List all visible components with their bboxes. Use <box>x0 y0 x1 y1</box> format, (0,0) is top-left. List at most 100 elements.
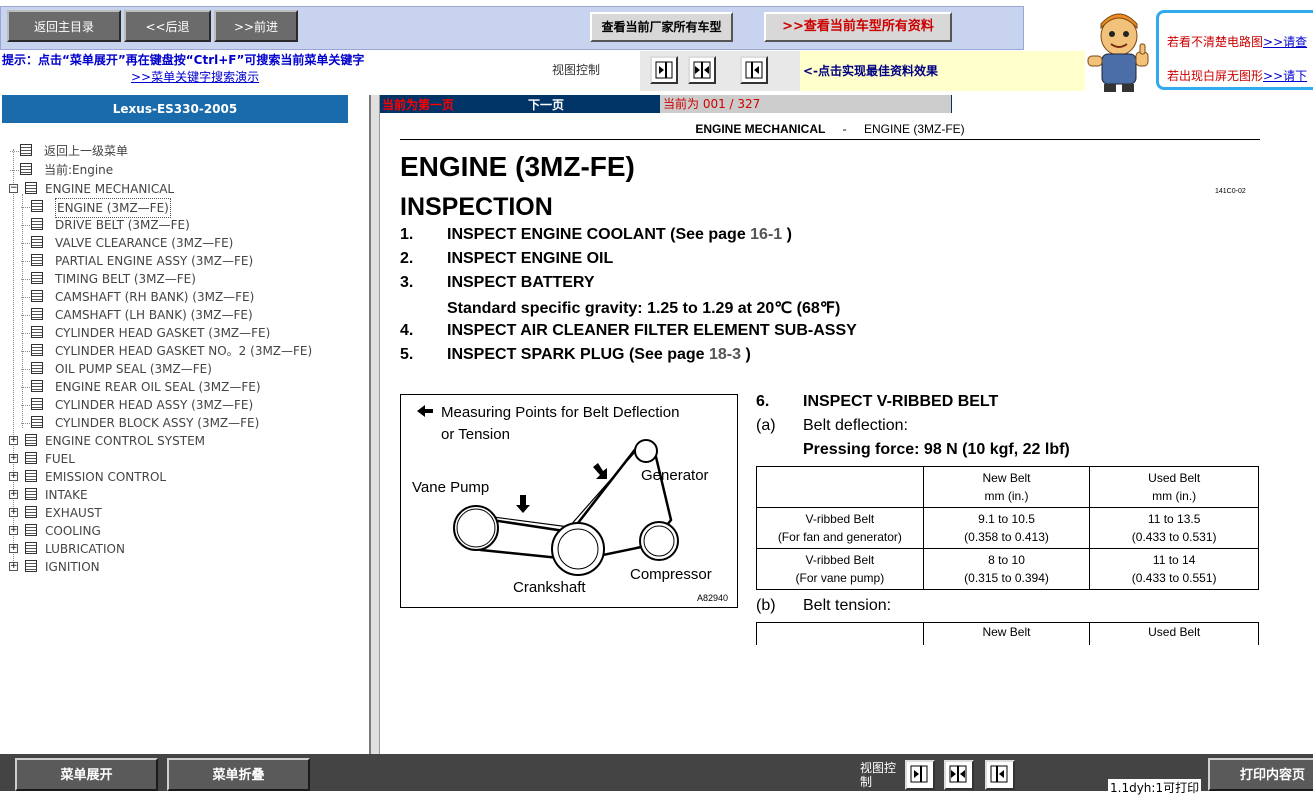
expand-toggle-icon[interactable]: + <box>9 508 18 517</box>
help-line-2: 若出现白屏无图形>>请下 <box>1167 67 1307 84</box>
tree-item-label: ENGINE REAR OIL SEAL (3MZ—FE) <box>55 380 261 394</box>
tree-connector <box>21 405 30 406</box>
page-icon <box>31 362 43 374</box>
bottom-view-right-button[interactable] <box>985 760 1015 790</box>
fig-label-vane-pump: Vane Pump <box>412 479 490 496</box>
all-docs-button[interactable]: >>查看当前车型所有资料 <box>764 12 952 42</box>
panel-left-icon <box>655 61 673 79</box>
expand-toggle-icon[interactable]: + <box>9 436 18 445</box>
home-button[interactable]: 返回主目录 <box>7 10 121 42</box>
page-icon <box>31 416 43 428</box>
view-split-button[interactable] <box>688 56 716 84</box>
step-text-wrap: INSPECT BATTERY <box>447 274 595 292</box>
view-left-panel-button[interactable] <box>650 56 678 84</box>
table-cell: 11 to 13.5 (0.433 to 0.531) <box>1089 507 1259 549</box>
step-text-wrap: Standard specific gravity: 1.25 to 1.29 … <box>447 298 840 318</box>
step-text-wrap: INSPECT ENGINE OIL <box>447 250 613 268</box>
step-text: INSPECT ENGINE OIL <box>447 250 614 267</box>
measure-arrow-1-icon <box>516 495 530 513</box>
help-box: 若看不清楚电路图>>请查 若出现白屏无图形>>请下 <box>1156 10 1313 90</box>
doc-header-separator: - <box>842 122 847 136</box>
table-cell: 8 to 10 (0.315 to 0.394) <box>922 548 1091 590</box>
page-icon <box>31 218 43 230</box>
tree-item-label: OIL PUMP SEAL (3MZ—FE) <box>55 362 212 376</box>
bottom-view-left-button[interactable] <box>905 760 935 790</box>
tree-connector <box>21 333 30 334</box>
step-text-end: ) <box>741 346 751 363</box>
expand-toggle-icon[interactable]: + <box>9 490 18 499</box>
tree-item-label: CAMSHAFT (RH BANK) (3MZ—FE) <box>55 290 255 304</box>
tree-item-label: CYLINDER BLOCK ASSY (3MZ—FE) <box>55 416 260 430</box>
step6b-text: Belt tension: <box>803 597 892 614</box>
help-line-1-link[interactable]: >>请查 <box>1263 35 1307 49</box>
folder-icon <box>25 434 37 446</box>
tree-item-label: DRIVE BELT (3MZ—FE) <box>55 218 190 232</box>
step6b-number: (b) <box>756 597 776 614</box>
folder-icon <box>25 524 37 536</box>
table-header-cell: Used Belt mm (in.) <box>1089 466 1259 508</box>
tree-connector <box>21 225 30 226</box>
table-header-cell <box>756 466 924 508</box>
expand-toggle-icon[interactable]: + <box>9 454 18 463</box>
tree-connector <box>21 315 30 316</box>
tree-item-label: 返回上一级菜单 <box>44 144 129 158</box>
page-icon <box>31 200 43 212</box>
expand-toggle-icon[interactable]: + <box>9 472 18 481</box>
tree-group-label: INTAKE <box>45 488 88 502</box>
tree-item-label: PARTIAL ENGINE ASSY (3MZ—FE) <box>55 254 254 268</box>
expand-toggle-icon[interactable]: + <box>9 526 18 535</box>
panel-splitter[interactable] <box>371 95 380 754</box>
doc-title: ENGINE (3MZ-FE) <box>400 151 635 182</box>
back-button[interactable]: <<后退 <box>124 10 211 42</box>
forward-button[interactable]: >>前进 <box>214 10 298 42</box>
tree-connector <box>21 423 30 424</box>
document-page: ENGINE MECHANICAL - ENGINE (3MZ-FE) ENGI… <box>380 113 1313 754</box>
tension-head-used: Used Belt <box>1089 622 1259 645</box>
step6a-text: Belt deflection: <box>803 417 908 434</box>
collapse-toggle-icon[interactable]: − <box>9 184 18 193</box>
menu-collapse-button[interactable]: 菜单折叠 <box>167 758 310 791</box>
help-line-2-link[interactable]: >>请下 <box>1263 69 1307 83</box>
tension-head-blank <box>756 622 924 645</box>
expand-toggle-icon[interactable]: + <box>9 544 18 553</box>
sidebar-tree: Lexus-ES330-2005 返回上一级菜单 当前:Engine − ENGINE… <box>0 95 371 754</box>
page-icon <box>31 290 43 302</box>
tree-connector <box>21 387 30 388</box>
tree-item-label: VALVE CLEARANCE (3MZ—FE) <box>55 236 234 250</box>
tree-connector <box>21 297 30 298</box>
search-demo-link[interactable]: >>菜单关键字搜索演示 <box>131 68 259 85</box>
next-page-link[interactable]: 下一页 <box>528 96 564 113</box>
bottom-view-split-button[interactable] <box>944 760 974 790</box>
folder-icon <box>25 560 37 572</box>
tree-item-label: 当前:Engine <box>44 163 114 177</box>
view-right-panel-button[interactable] <box>740 56 768 84</box>
fig-legend-line2: or Tension <box>441 426 510 443</box>
tree-connector <box>10 151 19 152</box>
table-header-cell: New Belt mm (in.) <box>922 466 1091 508</box>
fig-label-compressor: Compressor <box>630 566 712 583</box>
first-page-label: 当前为第一页 <box>382 98 455 112</box>
step6a-number: (a) <box>756 417 776 434</box>
best-effect-hint: <-点击实现最佳资料效果 <box>800 51 1085 91</box>
doc-header: ENGINE MECHANICAL - ENGINE (3MZ-FE) <box>400 122 1260 140</box>
page-icon <box>31 236 43 248</box>
tree-item-label: CYLINDER HEAD GASKET (3MZ—FE) <box>55 326 271 340</box>
table-cell: 11 to 14 (0.433 to 0.551) <box>1089 548 1259 590</box>
help-line-2-text: 若出现白屏无图形 <box>1167 69 1264 83</box>
table-header-row: New Belt mm (in.) Used Belt mm (in.) <box>756 466 1259 508</box>
fig-label-generator: Generator <box>641 467 709 484</box>
page-ref-link[interactable]: 16-1 <box>750 226 782 243</box>
tree-group-label: ENGINE MECHANICAL <box>45 182 175 196</box>
menu-expand-button[interactable]: 菜单展开 <box>15 758 158 791</box>
step-text: INSPECT BATTERY <box>447 274 595 291</box>
view-control-group <box>640 51 800 91</box>
page-icon <box>31 380 43 392</box>
expand-toggle-icon[interactable]: + <box>9 562 18 571</box>
tree-item-label: CYLINDER HEAD GASKET NO。2 (3MZ—FE) <box>55 344 313 358</box>
page-ref-link[interactable]: 18-3 <box>709 346 741 363</box>
tree-group-label: EMISSION CONTROL <box>45 470 167 484</box>
tree-item-label: TIMING BELT (3MZ—FE) <box>55 272 196 286</box>
print-page-button[interactable]: 打印内容页 <box>1208 758 1313 791</box>
all-models-button[interactable]: 查看当前厂家所有车型 <box>590 12 733 42</box>
tree-group-label: EXHAUST <box>45 506 102 520</box>
